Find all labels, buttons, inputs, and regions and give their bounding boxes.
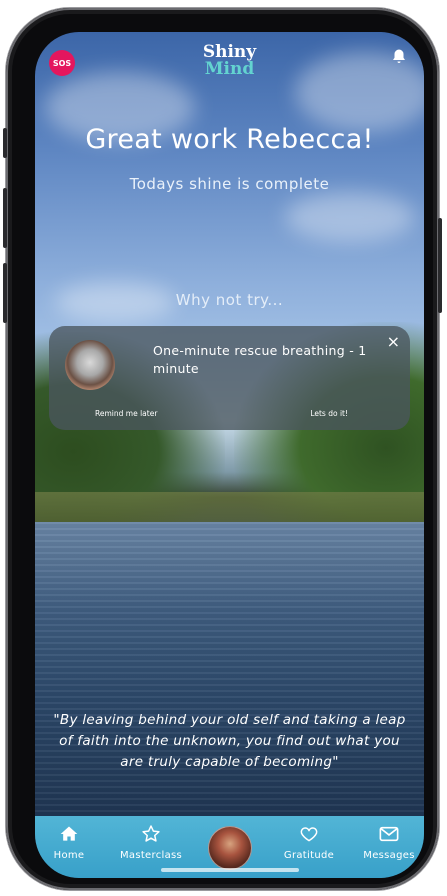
app-screen: SOS Shiny Mind Great work Rebecca! Today… bbox=[35, 32, 424, 878]
breathing-thumbnail bbox=[65, 340, 115, 390]
tab-masterclass-label: Masterclass bbox=[119, 850, 183, 861]
bell-icon[interactable] bbox=[390, 48, 408, 66]
suggestion-title: One-minute rescue breathing - 1 minute bbox=[153, 343, 367, 376]
tab-masterclass[interactable]: Masterclass bbox=[111, 824, 191, 861]
heart-icon bbox=[300, 827, 318, 842]
volume-up-button bbox=[3, 188, 7, 248]
avatar[interactable] bbox=[208, 826, 252, 870]
lets-do-it-button[interactable]: Lets do it! bbox=[310, 409, 348, 418]
remind-later-button[interactable]: Remind me later bbox=[95, 409, 157, 418]
sos-button[interactable]: SOS bbox=[49, 50, 75, 76]
close-icon[interactable]: × bbox=[387, 332, 400, 351]
logo-line-2: Mind bbox=[204, 59, 255, 79]
page-title: Great work Rebecca! bbox=[85, 124, 374, 155]
home-indicator[interactable] bbox=[160, 868, 299, 872]
suggestion-card[interactable]: One-minute rescue breathing - 1 minute ×… bbox=[49, 326, 410, 430]
tab-gratitude[interactable]: Gratitude bbox=[269, 824, 349, 861]
tab-bar: Home Masterclass Gratitude Messages bbox=[35, 816, 424, 878]
tab-home-label: Home bbox=[53, 850, 85, 861]
power-button bbox=[438, 218, 442, 313]
star-icon bbox=[142, 825, 160, 842]
mute-switch bbox=[3, 128, 7, 158]
inspirational-quote: "By leaving behind your old self and tak… bbox=[53, 712, 406, 770]
tab-messages[interactable]: Messages bbox=[349, 824, 424, 861]
home-icon bbox=[60, 826, 78, 841]
app-logo: Shiny Mind bbox=[203, 44, 256, 78]
completion-subtitle: Todays shine is complete bbox=[129, 175, 330, 193]
volume-down-button bbox=[3, 263, 7, 323]
mail-icon bbox=[379, 826, 399, 842]
suggestion-prompt: Why not try... bbox=[175, 291, 284, 309]
river-water bbox=[35, 522, 424, 818]
cloud bbox=[285, 192, 415, 242]
tab-home[interactable]: Home bbox=[35, 824, 109, 861]
tab-gratitude-label: Gratitude bbox=[283, 850, 335, 861]
tab-messages-label: Messages bbox=[363, 850, 415, 861]
